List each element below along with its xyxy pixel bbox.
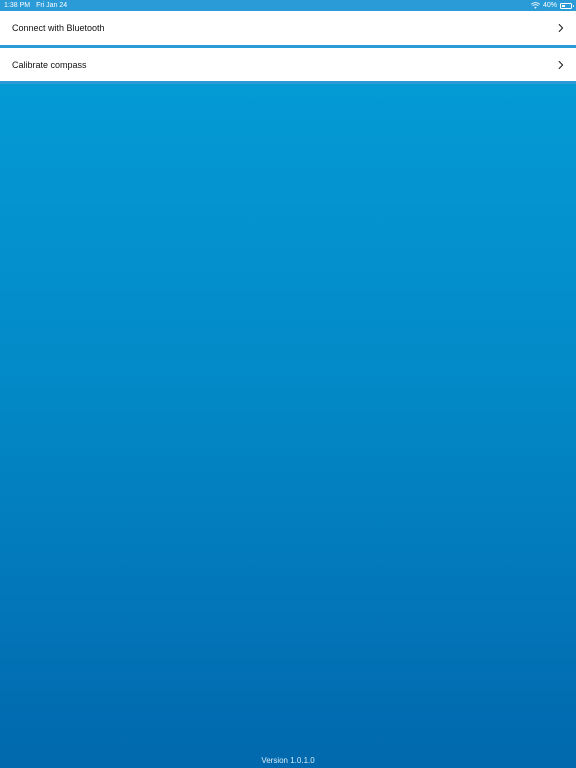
battery-fill (562, 4, 566, 7)
battery-percent: 40% (542, 2, 557, 9)
status-time: 1:38 PM (4, 2, 31, 9)
wifi-icon (530, 2, 540, 9)
version-label: Version 1.0.1.0 (261, 756, 315, 765)
status-left: 1:38 PM Fri Jan 24 (4, 0, 67, 11)
menu-item-label: Connect with Bluetooth (12, 23, 105, 33)
chevron-right-icon (558, 23, 564, 33)
menu-separator (0, 81, 576, 84)
chevron-right-icon (558, 60, 564, 69)
battery-icon (560, 2, 574, 9)
menu-item-calibrate-compass[interactable]: Calibrate compass (0, 48, 576, 81)
menu-item-label: Calibrate compass (12, 59, 87, 70)
settings-menu: Connect with Bluetooth Calibrate compass (0, 11, 576, 84)
menu-item-connect-bluetooth[interactable]: Connect with Bluetooth (0, 11, 576, 45)
status-bar: 1:38 PM Fri Jan 24 40% (0, 0, 576, 11)
status-date: Fri Jan 24 (36, 2, 68, 9)
status-right: 40% (530, 0, 574, 11)
